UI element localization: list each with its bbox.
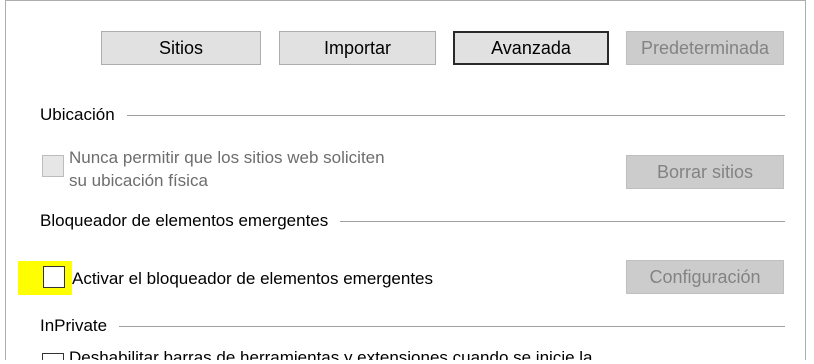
popup-blocker-section-header: Bloqueador de elementos emergentes [40, 210, 785, 232]
enable-popup-blocker-label[interactable]: Activar el bloqueador de elementos emerg… [72, 267, 433, 290]
disable-toolbars-label[interactable]: Deshabilitar barras de herramientas y ex… [69, 346, 593, 360]
popup-settings-button[interactable]: Configuración [626, 260, 784, 294]
location-heading: Ubicación [40, 105, 115, 124]
clear-sites-button[interactable]: Borrar sitios [626, 155, 784, 189]
advanced-button[interactable]: Avanzada [453, 31, 609, 65]
location-section-header: Ubicación [40, 104, 785, 126]
popup-blocker-heading: Bloqueador de elementos emergentes [40, 211, 329, 230]
never-allow-location-label-line2: su ubicación física [69, 171, 208, 190]
disable-toolbars-checkbox[interactable] [42, 353, 64, 360]
never-allow-location-checkbox[interactable] [42, 155, 64, 177]
popup-blocker-divider [340, 220, 785, 222]
location-divider [126, 114, 785, 116]
default-button[interactable]: Predeterminada [626, 31, 784, 65]
inprivate-section-header: InPrivate [40, 315, 785, 337]
internet-options-privacy-panel: Sitios Importar Avanzada Predeterminada … [5, 0, 806, 360]
enable-popup-blocker-checkbox[interactable] [43, 266, 65, 288]
sites-button[interactable]: Sitios [101, 31, 261, 65]
inprivate-heading: InPrivate [40, 316, 108, 335]
import-button[interactable]: Importar [279, 31, 436, 65]
never-allow-location-label-line1: Nunca permitir que los sitios web solici… [69, 148, 385, 167]
inprivate-divider [119, 325, 785, 327]
